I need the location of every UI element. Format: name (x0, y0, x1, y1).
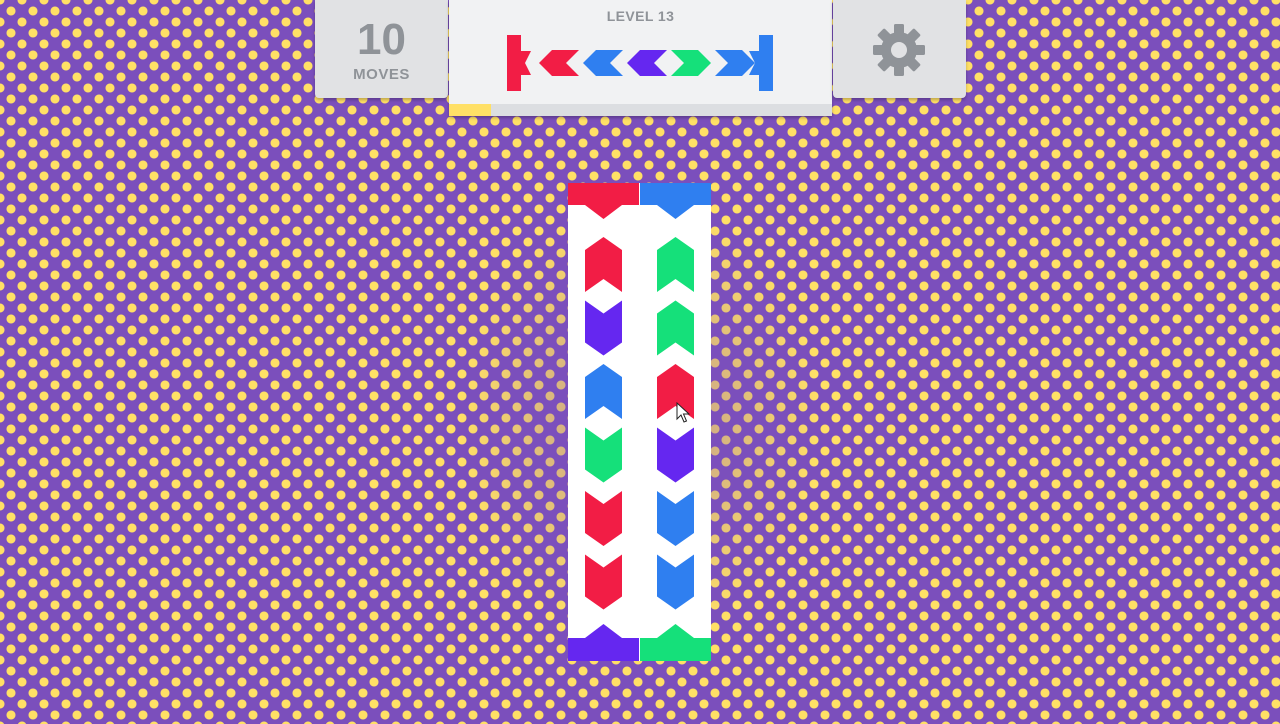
arrow-piece[interactable] (585, 491, 622, 546)
level-progress-bar (449, 104, 832, 116)
arrow-piece[interactable] (657, 427, 694, 483)
moves-count: 10 (357, 15, 406, 64)
settings-button[interactable] (833, 0, 966, 98)
arrow-piece[interactable] (585, 364, 622, 419)
arrow-piece[interactable] (657, 554, 694, 610)
target-left-cap (507, 35, 531, 91)
target-arrow (671, 50, 711, 76)
target-sequence (507, 35, 773, 91)
arrow-piece[interactable] (657, 491, 694, 546)
column-top-cap (568, 183, 639, 219)
arrow-piece[interactable] (585, 237, 622, 292)
target-arrow (583, 50, 623, 76)
level-progress-fill (449, 104, 492, 116)
arrow-piece[interactable] (657, 237, 694, 292)
gear-icon (873, 24, 925, 76)
moves-panel: 10 MOVES (315, 0, 448, 98)
column-bottom-cap (568, 624, 639, 661)
level-panel: LEVEL 13 (449, 0, 832, 116)
arrow-piece[interactable] (657, 300, 694, 356)
arrow-piece[interactable] (585, 427, 622, 483)
target-arrow (539, 50, 579, 76)
arrow-piece[interactable] (585, 300, 622, 356)
mouse-cursor-icon (676, 402, 690, 423)
column-bottom-cap (640, 624, 711, 661)
column-top-cap (640, 183, 711, 219)
arrow-piece[interactable] (585, 554, 622, 610)
level-label: LEVEL 13 (606, 8, 675, 24)
moves-label: MOVES (353, 66, 410, 83)
target-arrow (715, 50, 755, 76)
target-arrow (627, 50, 667, 76)
